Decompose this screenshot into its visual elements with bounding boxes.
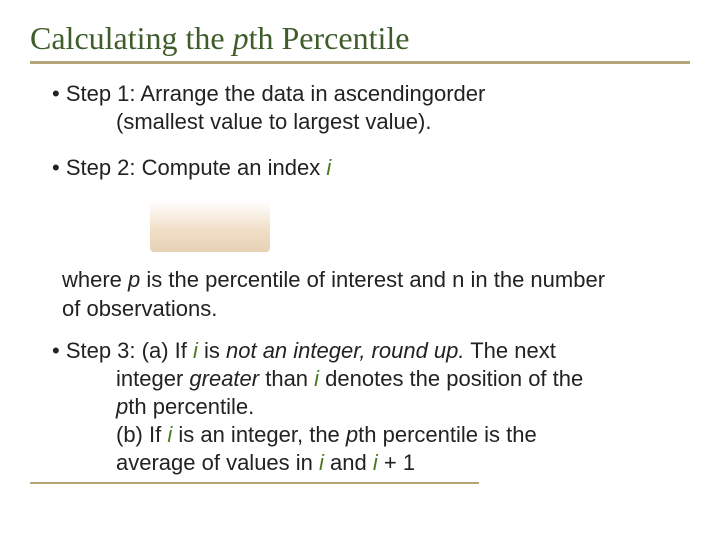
formula-image xyxy=(150,200,270,252)
step-1-line1: • Step 1: Arrange the data in ascendingo… xyxy=(52,80,690,108)
step-3-line2: integer greater than i denotes the posit… xyxy=(116,365,690,393)
step-3-line4: (b) If i is an integer, the pth percenti… xyxy=(116,421,690,449)
step-1: • Step 1: Arrange the data in ascendingo… xyxy=(52,80,690,136)
step-2: • Step 2: Compute an index i xyxy=(52,154,690,182)
where-line2: of observations. xyxy=(62,296,217,321)
where-p: p xyxy=(128,267,140,292)
where-a: where xyxy=(62,267,128,292)
slide: Calculating the pth Percentile • Step 1:… xyxy=(0,0,720,540)
where-b: is the percentile of interest and n in t… xyxy=(140,267,605,292)
title-rule xyxy=(30,61,690,64)
footer-rule xyxy=(30,482,479,484)
slide-body: • Step 1: Arrange the data in ascendingo… xyxy=(30,80,690,478)
where-clause: where p is the percentile of interest an… xyxy=(62,266,668,322)
title-prefix: Calculating the xyxy=(30,20,233,56)
step-3-line1: • Step 3: (a) If i is not an integer, ro… xyxy=(52,338,556,363)
step-2-prefix: • Step 2: Compute an index xyxy=(52,155,326,180)
step-2-line1: • Step 2: Compute an index i xyxy=(52,154,690,182)
title-suffix: th Percentile xyxy=(249,20,410,56)
slide-title: Calculating the pth Percentile xyxy=(30,20,690,57)
step-1-line2: (smallest value to largest value). xyxy=(116,108,690,136)
step-3-line5: average of values in i and i + 1 xyxy=(116,449,690,477)
step-3-line3: pth percentile. xyxy=(116,393,690,421)
title-p: p xyxy=(233,20,249,56)
step-2-i: i xyxy=(326,155,331,180)
step-3: • Step 3: (a) If i is not an integer, ro… xyxy=(52,337,690,478)
